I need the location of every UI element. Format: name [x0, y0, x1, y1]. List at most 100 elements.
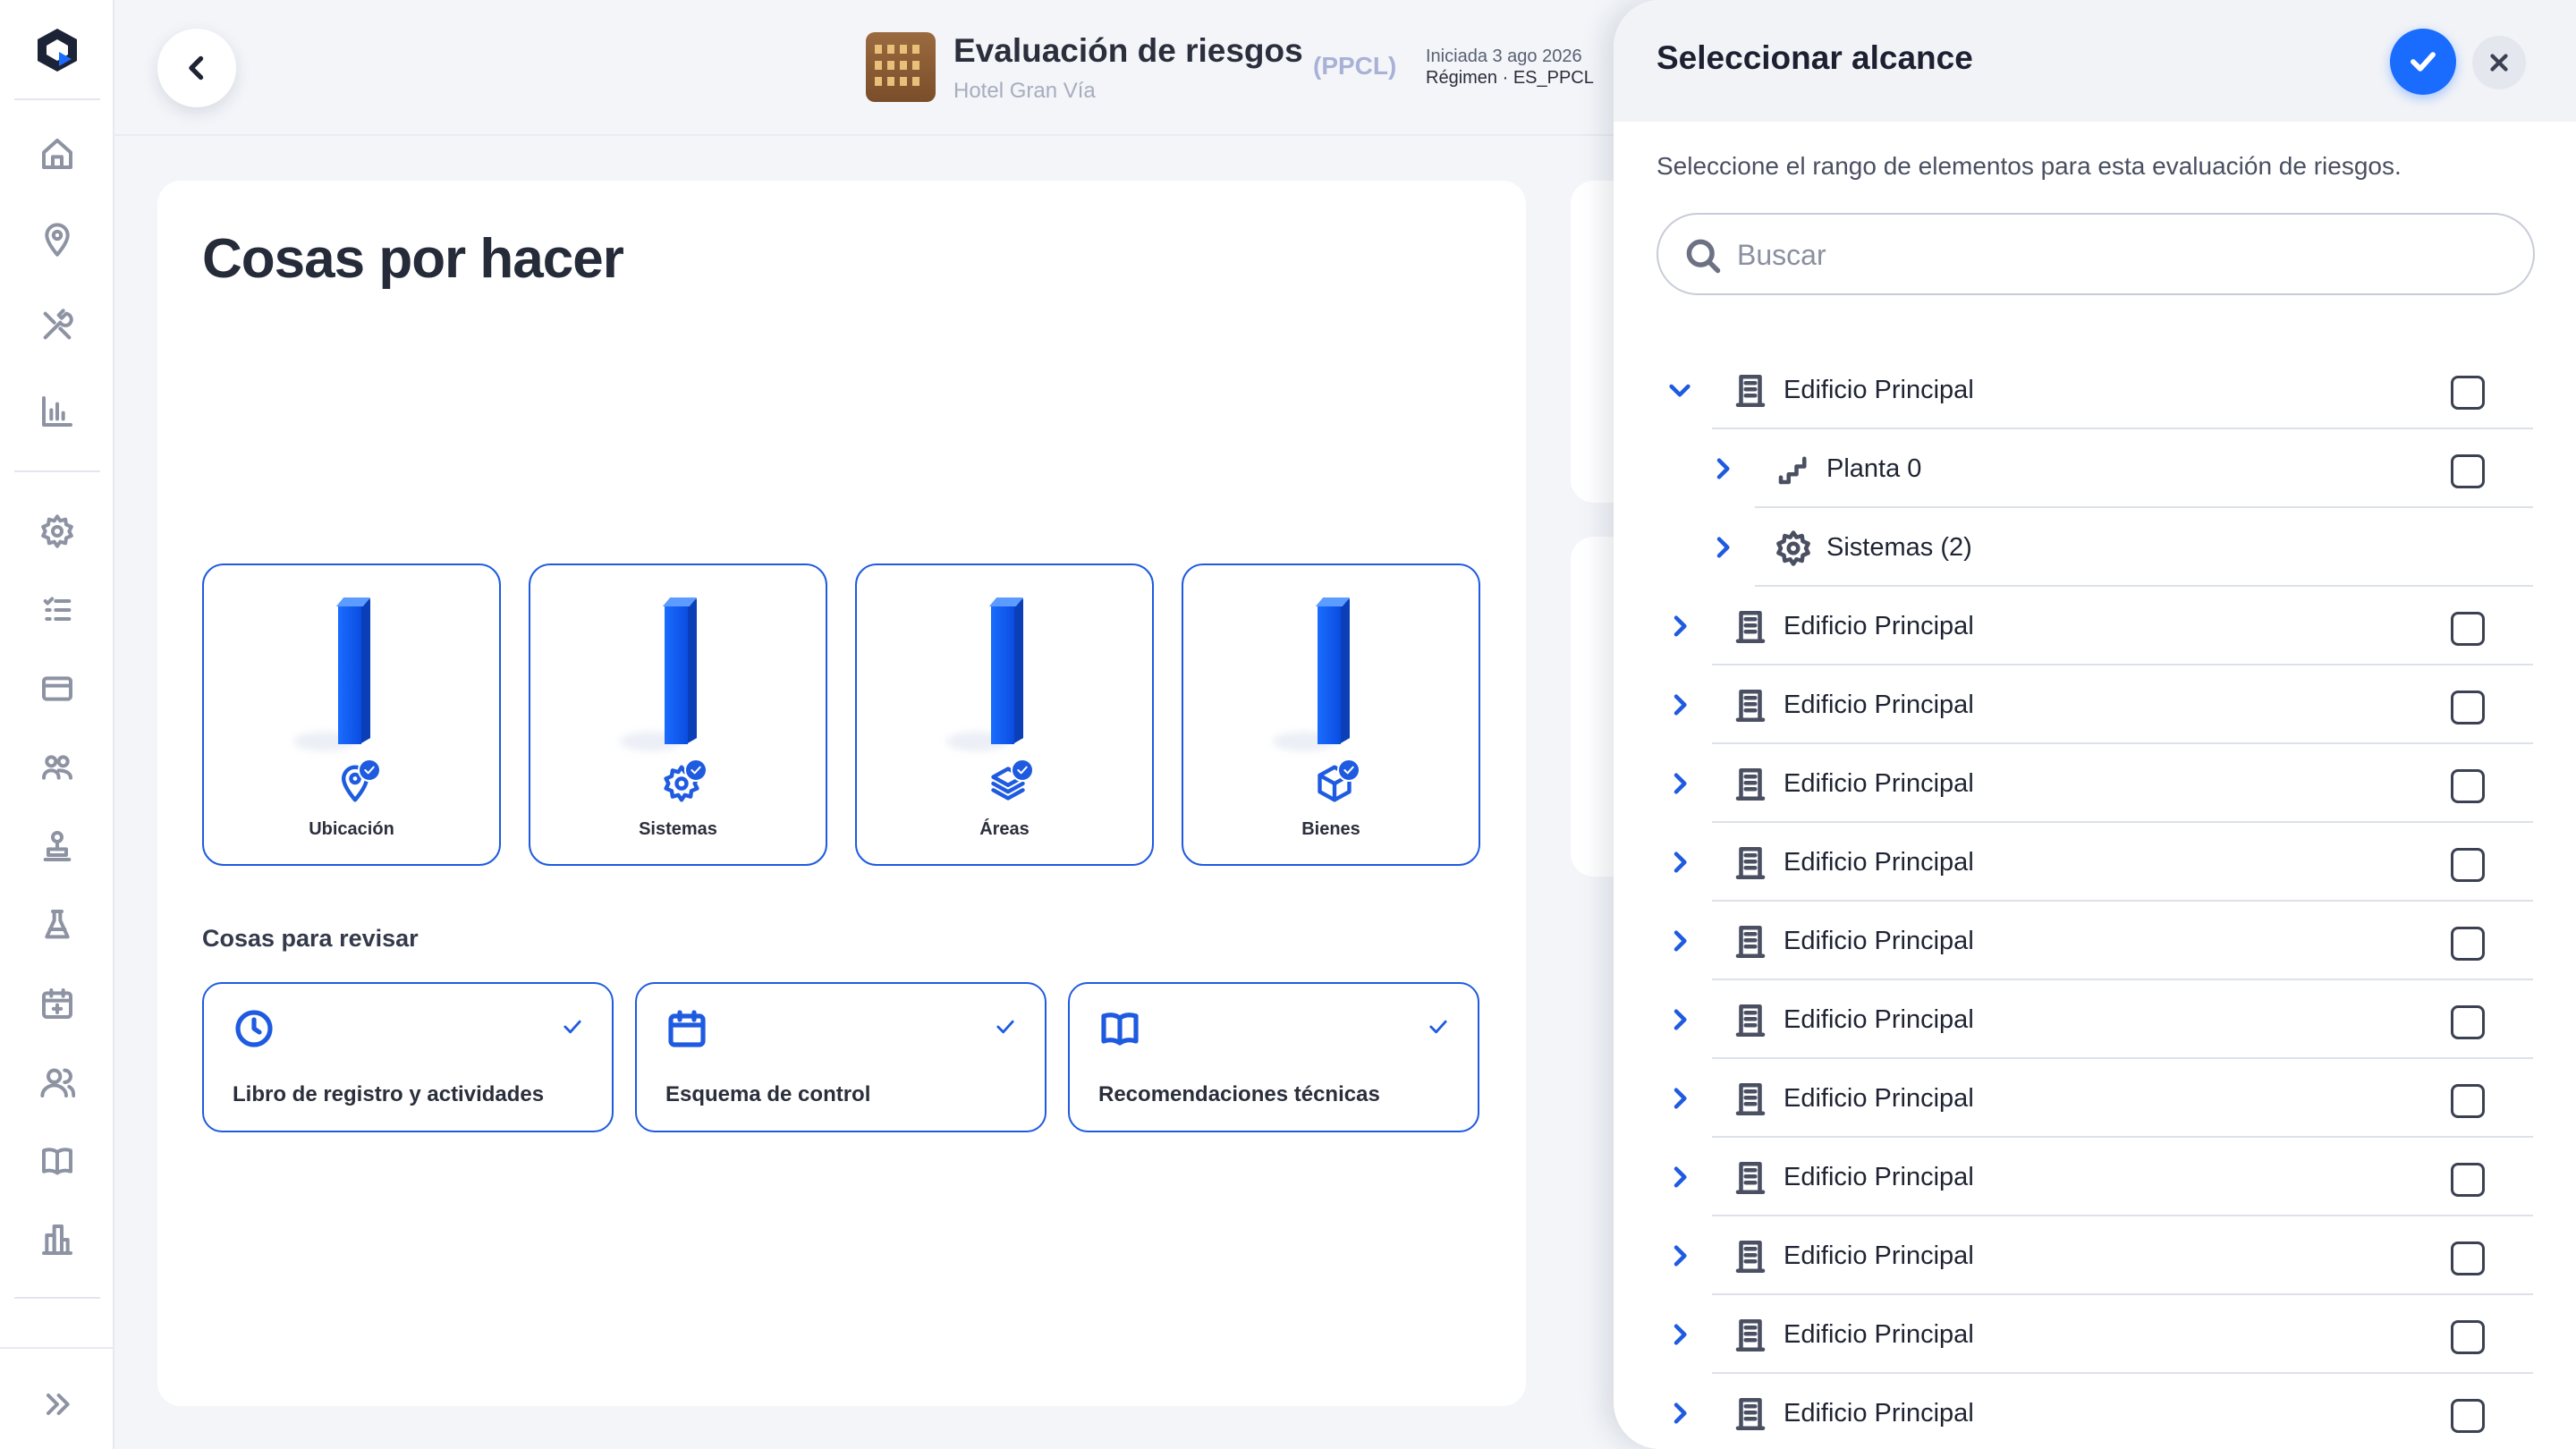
tree-row[interactable]: Edificio Principal — [1614, 1059, 2576, 1138]
progress-bar — [662, 597, 698, 744]
chart-icon[interactable] — [36, 390, 79, 433]
tree-row[interactable]: Edificio Principal — [1614, 1374, 2576, 1449]
stairs-icon — [1775, 451, 1812, 488]
back-button[interactable] — [157, 29, 236, 107]
settings-icon[interactable] — [36, 510, 79, 553]
hotel-thumbnail — [866, 32, 936, 102]
row-checkbox[interactable] — [2451, 1163, 2485, 1197]
tree-row[interactable]: Edificio Principal — [1614, 665, 2576, 744]
chevron-right-icon[interactable] — [1665, 1320, 1694, 1349]
tree-row[interactable]: Edificio Principal — [1614, 1216, 2576, 1295]
panel-description: Seleccione el rango de elementos para es… — [1657, 152, 2402, 180]
regime-code: (PPCL) — [1313, 52, 1397, 80]
lab-icon[interactable] — [36, 903, 79, 946]
chevron-right-icon[interactable] — [1665, 848, 1694, 877]
row-checkbox[interactable] — [2451, 1399, 2485, 1433]
tile-areas[interactable]: Áreas — [855, 564, 1154, 866]
chevron-right-icon[interactable] — [1665, 1241, 1694, 1270]
card-icon[interactable] — [36, 667, 79, 710]
row-checkbox[interactable] — [2451, 848, 2485, 882]
tree-row-label: Edificio Principal — [1784, 1399, 1974, 1428]
chevron-right-icon[interactable] — [1665, 612, 1694, 640]
row-checkbox[interactable] — [2451, 1084, 2485, 1118]
location-icon[interactable] — [36, 218, 79, 261]
building-icon — [1732, 923, 1769, 961]
row-checkbox[interactable] — [2451, 1320, 2485, 1354]
buildings-icon[interactable] — [36, 1218, 79, 1261]
review-logbook[interactable]: Libro de registro y actividades — [202, 982, 614, 1132]
tile-ubicacion[interactable]: Ubicación — [202, 564, 501, 866]
building-icon — [1732, 844, 1769, 882]
chevron-right-icon[interactable] — [1665, 1005, 1694, 1034]
app-logo[interactable] — [32, 25, 82, 75]
review-control-scheme[interactable]: Esquema de control — [635, 982, 1046, 1132]
scope-tree: Edificio Principal Planta 0 Sistemas (2) Ed… — [1614, 351, 2576, 1449]
row-checkbox[interactable] — [2451, 376, 2485, 410]
calendar-icon[interactable] — [36, 982, 79, 1025]
chevron-right-icon[interactable] — [1708, 533, 1737, 562]
stamp-icon[interactable] — [36, 825, 79, 868]
app: Evaluación de riesgos (PPCL) Hotel Gran … — [0, 0, 2576, 1449]
home-icon[interactable] — [36, 132, 79, 175]
users-icon[interactable] — [36, 1061, 79, 1104]
row-checkbox[interactable] — [2451, 612, 2485, 646]
row-checkbox[interactable] — [2451, 454, 2485, 488]
chevron-right-icon[interactable] — [1665, 1163, 1694, 1191]
tile-label: Ubicación — [309, 819, 394, 839]
sidebar — [0, 0, 114, 1449]
confirm-button[interactable] — [2390, 29, 2456, 95]
tree-row-label: Edificio Principal — [1784, 1084, 1974, 1113]
tree-row[interactable]: Edificio Principal — [1614, 1295, 2576, 1374]
tree-row-label: Sistemas (2) — [1826, 533, 1972, 562]
tree-row[interactable]: Edificio Principal — [1614, 823, 2576, 902]
checklist-icon[interactable] — [36, 589, 79, 631]
tree-row[interactable]: Edificio Principal — [1614, 587, 2576, 665]
building-icon — [1732, 1002, 1769, 1039]
progress-bar — [988, 597, 1024, 744]
building-icon — [1732, 1238, 1769, 1275]
tile-label: Bienes — [1301, 819, 1360, 839]
chevron-left-icon — [189, 55, 204, 80]
book-icon[interactable] — [36, 1140, 79, 1182]
close-icon — [2490, 54, 2508, 72]
row-checkbox[interactable] — [2451, 927, 2485, 961]
chevron-right-icon[interactable] — [1665, 769, 1694, 798]
chevron-right-icon[interactable] — [1665, 691, 1694, 719]
todo-title: Cosas por hacer — [202, 228, 624, 290]
chevron-right-icon[interactable] — [1708, 454, 1737, 483]
tree-row[interactable]: Sistemas (2) — [1614, 508, 2576, 587]
row-checkbox[interactable] — [2451, 1005, 2485, 1039]
building-icon — [1732, 1080, 1769, 1118]
close-button[interactable] — [2472, 36, 2526, 89]
chevron-down-icon[interactable] — [1665, 376, 1694, 404]
search-icon — [1686, 239, 1721, 274]
tile-label: Áreas — [979, 819, 1030, 839]
review-label: Recomendaciones técnicas — [1098, 1082, 1380, 1106]
chevron-right-icon[interactable] — [1665, 927, 1694, 955]
chevron-right-icon[interactable] — [1665, 1084, 1694, 1113]
regime-label: Régimen · ES_PPCL — [1426, 68, 1594, 88]
tools-icon[interactable] — [36, 304, 79, 347]
page-title: Evaluación de riesgos — [953, 32, 1303, 69]
chevron-right-icon[interactable] — [1665, 1399, 1694, 1428]
tree-row[interactable]: Edificio Principal — [1614, 351, 2576, 429]
row-checkbox[interactable] — [2451, 691, 2485, 724]
tree-row-label: Edificio Principal — [1784, 1320, 1974, 1349]
tree-row[interactable]: Planta 0 — [1614, 429, 2576, 508]
tree-row-label: Edificio Principal — [1784, 927, 1974, 955]
progress-bar — [1315, 597, 1351, 744]
row-checkbox[interactable] — [2451, 769, 2485, 803]
row-checkbox[interactable] — [2451, 1241, 2485, 1275]
groups-icon[interactable] — [36, 746, 79, 789]
tree-row[interactable]: Edificio Principal — [1614, 902, 2576, 980]
review-recommendations[interactable]: Recomendaciones técnicas — [1068, 982, 1479, 1132]
sidebar-divider — [14, 1297, 100, 1299]
tile-bienes[interactable]: Bienes — [1182, 564, 1480, 866]
double-chevron-right-icon[interactable] — [36, 1383, 79, 1426]
tree-row[interactable]: Edificio Principal — [1614, 1138, 2576, 1216]
tree-row[interactable]: Edificio Principal — [1614, 744, 2576, 823]
building-icon — [1732, 1395, 1769, 1433]
tile-sistemas[interactable]: Sistemas — [529, 564, 827, 866]
search-input[interactable] — [1737, 227, 2506, 283]
tree-row[interactable]: Edificio Principal — [1614, 980, 2576, 1059]
